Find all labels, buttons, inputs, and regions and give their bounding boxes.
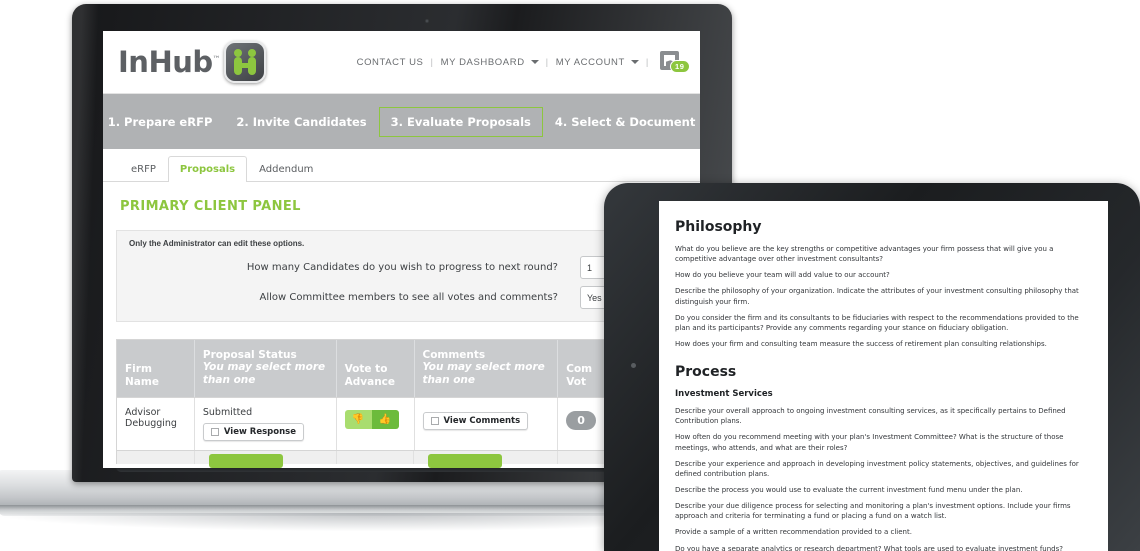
nav-contact-us[interactable]: CONTACT US: [357, 57, 424, 68]
process-question: Provide a sample of a written recommenda…: [675, 528, 912, 537]
column-header-text: Proposal Status: [202, 349, 297, 361]
step-invite-candidates[interactable]: 2. Invite Candidates: [224, 107, 378, 137]
process-question: Describe the process you would use to ev…: [675, 485, 1023, 494]
cell-vote-to-advance: 👎 👍: [337, 398, 415, 450]
table-footer-row: [117, 450, 686, 468]
section-heading-process: Process: [675, 364, 737, 381]
view-response-label: View Response: [223, 427, 296, 437]
chevron-down-icon[interactable]: [630, 60, 639, 64]
admin-note: Only the Administrator can edit these op…: [129, 239, 305, 248]
proposals-table: Firm Name Proposal Status You may select…: [116, 339, 687, 468]
laptop-webcam-icon: [425, 19, 429, 23]
brand-trademark: ™: [212, 54, 221, 64]
step-prepare-erfp[interactable]: 1. Prepare eRFP: [103, 107, 224, 137]
brand-wordmark: InHub™: [118, 45, 221, 79]
option-row-candidates: How many Candidates do you wish to progr…: [129, 256, 674, 279]
nav-separator: |: [645, 56, 649, 68]
view-comments-label: View Comments: [443, 416, 521, 426]
view-response-button[interactable]: View Response: [202, 423, 304, 441]
admin-options-box: Only the Administrator can edit these op…: [116, 230, 687, 322]
checkbox-icon[interactable]: [430, 417, 439, 425]
workflow-step-bar: 1. Prepare eRFP 2. Invite Candidates 3. …: [103, 94, 700, 149]
cell-proposal-status: Submitted View Response: [195, 398, 337, 450]
philosophy-question: How do you believe your team will add va…: [675, 271, 890, 280]
footer-action-button[interactable]: [208, 454, 283, 468]
subsection-heading-investment-services: Investment Services: [675, 389, 773, 400]
erfp-document: Philosophy What do you believe are the k…: [659, 201, 1108, 551]
notifications-flag-button[interactable]: 19: [660, 51, 690, 73]
nav-my-account[interactable]: MY ACCOUNT: [556, 57, 625, 68]
candidates-count-value: 1: [587, 262, 593, 273]
column-header-text: Firm Name: [125, 363, 159, 388]
option-label-visibility: Allow Committee members to see all votes…: [259, 292, 559, 303]
philosophy-question: What do you believe are the key strength…: [675, 245, 1054, 264]
column-header-firm-name: Firm Name: [117, 340, 195, 397]
vote-button-group: 👎 👍: [344, 410, 399, 429]
philosophy-question: How does your firm and consulting team m…: [675, 339, 1047, 348]
process-question: Describe your experience and approach in…: [675, 459, 1079, 478]
philosophy-question: Do you consider the firm and its consult…: [675, 313, 1079, 332]
content-tabs: eRFP Proposals Addendum: [103, 149, 700, 182]
step-evaluate-proposals[interactable]: 3. Evaluate Proposals: [378, 106, 543, 137]
comment-count-badge: 0: [566, 411, 596, 430]
brand-logo[interactable]: InHub™: [118, 41, 267, 83]
view-comments-button[interactable]: View Comments: [422, 412, 529, 430]
tablet-camera-icon: [631, 363, 636, 368]
visibility-value: Yes: [587, 292, 602, 303]
proposal-status-text: Submitted: [202, 407, 253, 418]
column-header-proposal-status: Proposal Status You may select more than…: [195, 340, 337, 397]
step-select-document[interactable]: 4. Select & Document: [543, 107, 700, 137]
tablet-device: Philosophy What do you believe are the k…: [604, 183, 1140, 551]
tab-proposals[interactable]: Proposals: [167, 156, 248, 182]
device-mockup-scene: InHub™ CONTACT US | MY DASHBOARD | MY AC…: [0, 0, 1140, 551]
column-header-subtext: You may select more than one: [202, 361, 326, 386]
footer-action-button[interactable]: [428, 454, 503, 468]
nav-separator: |: [545, 56, 549, 68]
flag-badge-count: 19: [670, 60, 690, 73]
column-header-vote-to-advance: Vote to Advance: [337, 340, 415, 397]
section-heading-philosophy: Philosophy: [675, 219, 762, 235]
table-row: Advisor Debugging Submitted View Respons…: [117, 397, 686, 450]
process-question: Describe your overall approach to ongoin…: [675, 407, 1066, 426]
option-label-candidates: How many Candidates do you wish to progr…: [246, 262, 558, 273]
brand-name-part2: Hub: [148, 45, 213, 79]
column-header-comments: Comments You may select more than one: [415, 340, 559, 397]
inhub-h-people-icon: [224, 41, 267, 83]
column-header-text: Comments: [422, 349, 486, 361]
tab-erfp[interactable]: eRFP: [119, 156, 168, 182]
column-header-text: Vote to Advance: [344, 363, 396, 388]
chevron-down-icon[interactable]: [530, 60, 539, 64]
table-header-row: Firm Name Proposal Status You may select…: [117, 340, 686, 397]
process-question: How often do you recommend meeting with …: [675, 433, 1064, 452]
column-header-subtext: You may select more than one: [422, 361, 545, 386]
process-question: Describe your due diligence process for …: [675, 502, 1071, 521]
nav-my-dashboard[interactable]: MY DASHBOARD: [441, 57, 525, 68]
site-header: InHub™ CONTACT US | MY DASHBOARD | MY AC…: [103, 31, 700, 94]
main-nav: CONTACT US | MY DASHBOARD | MY ACCOUNT |…: [357, 51, 690, 73]
option-row-visibility: Allow Committee members to see all votes…: [129, 286, 674, 309]
nav-separator: |: [430, 56, 434, 68]
thumbs-down-icon[interactable]: 👎: [344, 410, 372, 429]
cell-firm-name: Advisor Debugging: [117, 398, 195, 450]
tab-addendum[interactable]: Addendum: [247, 156, 325, 182]
process-question: Do you have a separate analytics or rese…: [675, 544, 1063, 551]
philosophy-question: Describe the philosophy of your organiza…: [675, 287, 1079, 306]
cell-comments: View Comments: [415, 398, 559, 450]
brand-name-part1: In: [118, 45, 149, 79]
thumbs-up-icon[interactable]: 👍: [371, 410, 399, 429]
checkbox-icon[interactable]: [210, 428, 219, 436]
tablet-screen: Philosophy What do you believe are the k…: [659, 201, 1108, 551]
